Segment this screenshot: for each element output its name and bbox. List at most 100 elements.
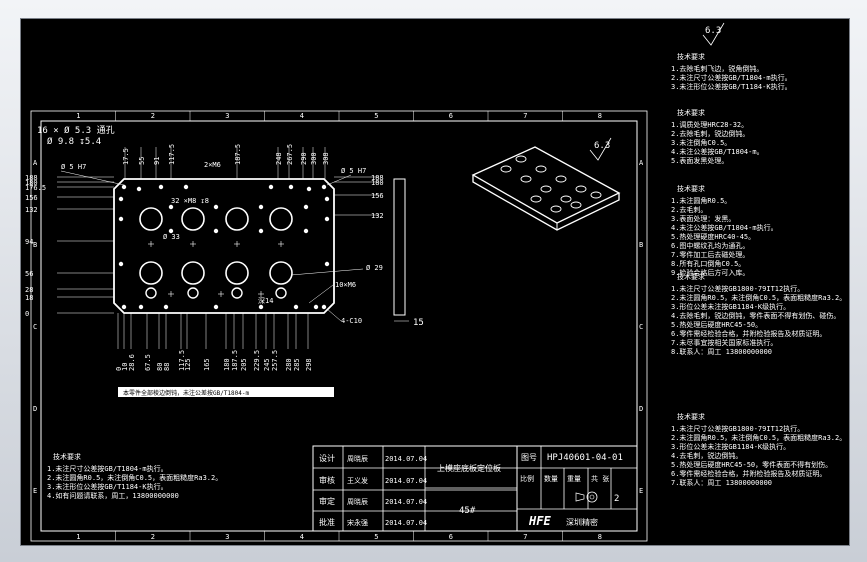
- chamfer-note: 4-C10: [341, 317, 362, 325]
- notes-line: 1.未注尺寸公差按GB/T1804-m执行。: [47, 464, 168, 473]
- frame-number-top: 7: [523, 112, 527, 120]
- left-dim: 156: [25, 194, 38, 202]
- drawing-no-label: 图号: [521, 453, 537, 462]
- top-dim: 267.5: [286, 144, 294, 165]
- thickness-dim: 15: [413, 318, 424, 328]
- iso-hole: [555, 175, 567, 183]
- bottom-dim: 187.5: [231, 350, 239, 371]
- iso-hole: [550, 205, 562, 213]
- top-dim: 248: [275, 152, 283, 165]
- bottom-dim: 28.6: [128, 354, 136, 371]
- tapped-hole: [268, 184, 274, 190]
- projection-symbol-icon: [586, 491, 598, 503]
- left-dim: 56: [25, 270, 33, 278]
- bottom-dim: 280: [285, 358, 293, 371]
- small-holes: [118, 184, 330, 310]
- small-hole: [275, 287, 287, 299]
- left-dim: 0: [25, 310, 29, 318]
- frame-letter-left: A: [33, 159, 38, 167]
- bottom-dim: 88: [163, 363, 171, 371]
- bottom-dim: 229.5: [253, 350, 261, 371]
- tapped-hole: [163, 304, 169, 310]
- iso-hole: [520, 175, 532, 183]
- notes-title: 技术要求: [53, 452, 81, 461]
- iso-hole: [590, 191, 602, 199]
- tapped-hole: [321, 304, 327, 310]
- notes-title: 技术要求: [677, 272, 705, 281]
- tap-note: 2×M6: [204, 161, 221, 169]
- notes-line: 5.热处理硬度HRC40-45。: [671, 232, 755, 241]
- iso-hole: [530, 195, 542, 203]
- plan-view[interactable]: [57, 147, 379, 349]
- small-hole: [145, 287, 157, 299]
- drawing-no: HPJ40601-04-01: [547, 453, 623, 463]
- notes-line: 7.零件加工后去磁处理。: [671, 250, 749, 259]
- left-dim: 176.5: [25, 184, 46, 192]
- top-dim: 290: [300, 152, 308, 165]
- material: 45#: [459, 506, 476, 516]
- iso-hole: [540, 185, 552, 193]
- counterbore-hole: [181, 207, 205, 231]
- notes-line: 5.热处理后硬度HRC45-50。: [671, 320, 762, 329]
- frame-letter-left: B: [33, 241, 37, 249]
- tapped-hole: [168, 204, 174, 210]
- iso-hole: [570, 201, 582, 209]
- notes-title: 技术要求: [677, 412, 705, 421]
- tb-row-date: 2014.07.04: [385, 455, 427, 463]
- counterbore-hole: [181, 261, 205, 285]
- bottom-dim: 257.5: [271, 350, 279, 371]
- frame-letter-left: C: [33, 323, 37, 331]
- sheet-value: 2: [614, 494, 619, 504]
- counterbore-holes: [139, 207, 293, 285]
- tap-note-32: 32 ×M8 ↧8: [171, 197, 209, 205]
- company-name: 深圳精密: [566, 517, 598, 527]
- notes-line: 3.未注形位公差按GB/T1184-K执行。: [47, 482, 168, 491]
- frame-letter-right: C: [639, 323, 643, 331]
- tapped-hole: [321, 184, 327, 190]
- tapped-hole: [121, 304, 127, 310]
- tapped-hole: [118, 196, 124, 202]
- frame-letter-left: E: [33, 487, 37, 495]
- hole-note-1: 16 × Ø 5.3 通孔: [37, 125, 115, 136]
- title-block[interactable]: 设计 周晓辰 2014.07.04审核 王义发 2014.07.04审定 周晓辰 2014.…: [312, 445, 638, 532]
- iso-hole: [500, 165, 512, 173]
- tapped-hole: [183, 184, 189, 190]
- bottom-dim: 125: [184, 358, 192, 371]
- tapped-hole: [138, 304, 144, 310]
- left-dim: 94: [25, 238, 33, 246]
- frame-letter-right: A: [639, 159, 644, 167]
- notes-line: 3.形位公差未注按GB1184-K级执行。: [671, 302, 790, 311]
- notes-line: 6.零件需经检验合格，并附检验报告及材质证明。: [671, 469, 826, 478]
- app-window: 1122334455667788AABBCCDDEE 16 × Ø 5.3 通孔…: [0, 0, 867, 562]
- tapped-hole: [324, 196, 330, 202]
- scale-label: 比例: [520, 474, 534, 483]
- counterbore-hole: [225, 207, 249, 231]
- frame-letter-left: D: [33, 405, 37, 413]
- frame-letter-right: D: [639, 405, 643, 413]
- tapped-hole: [118, 261, 124, 267]
- tapped-hole: [118, 216, 124, 222]
- tapped-hole: [158, 184, 164, 190]
- notes-line: 7.未尽事宜按相关国家标准执行。: [671, 338, 777, 347]
- frame-number-bottom: 6: [449, 533, 453, 541]
- tap-10-note: 10×M6: [335, 281, 356, 289]
- frame-number-top: 1: [76, 112, 80, 120]
- iso-hole: [560, 195, 572, 203]
- tapped-hole: [293, 304, 299, 310]
- side-section-view[interactable]: 15: [393, 178, 424, 328]
- bottom-dim: 245: [263, 358, 271, 371]
- notes-line: 4.未注公差按GB/T1804-m。: [671, 147, 764, 156]
- cad-viewport[interactable]: 1122334455667788AABBCCDDEE 16 × Ø 5.3 通孔…: [20, 18, 850, 546]
- plate-outline[interactable]: [113, 178, 335, 314]
- counterbore-hole: [225, 261, 249, 285]
- left-dim: 132: [25, 206, 38, 214]
- top-dim: 300: [310, 152, 318, 165]
- tapped-hole: [258, 228, 264, 234]
- frame-number-bottom: 8: [598, 533, 602, 541]
- counterbore-hole: [139, 261, 163, 285]
- tapped-hole: [303, 228, 309, 234]
- drawing-canvas[interactable]: 1122334455667788A AB BC CD DE E 16 × Ø 5.3 通孔…: [21, 19, 849, 545]
- tb-row-label: 审定: [319, 496, 335, 506]
- tapped-hole: [213, 228, 219, 234]
- weight-label: 重量: [567, 475, 581, 483]
